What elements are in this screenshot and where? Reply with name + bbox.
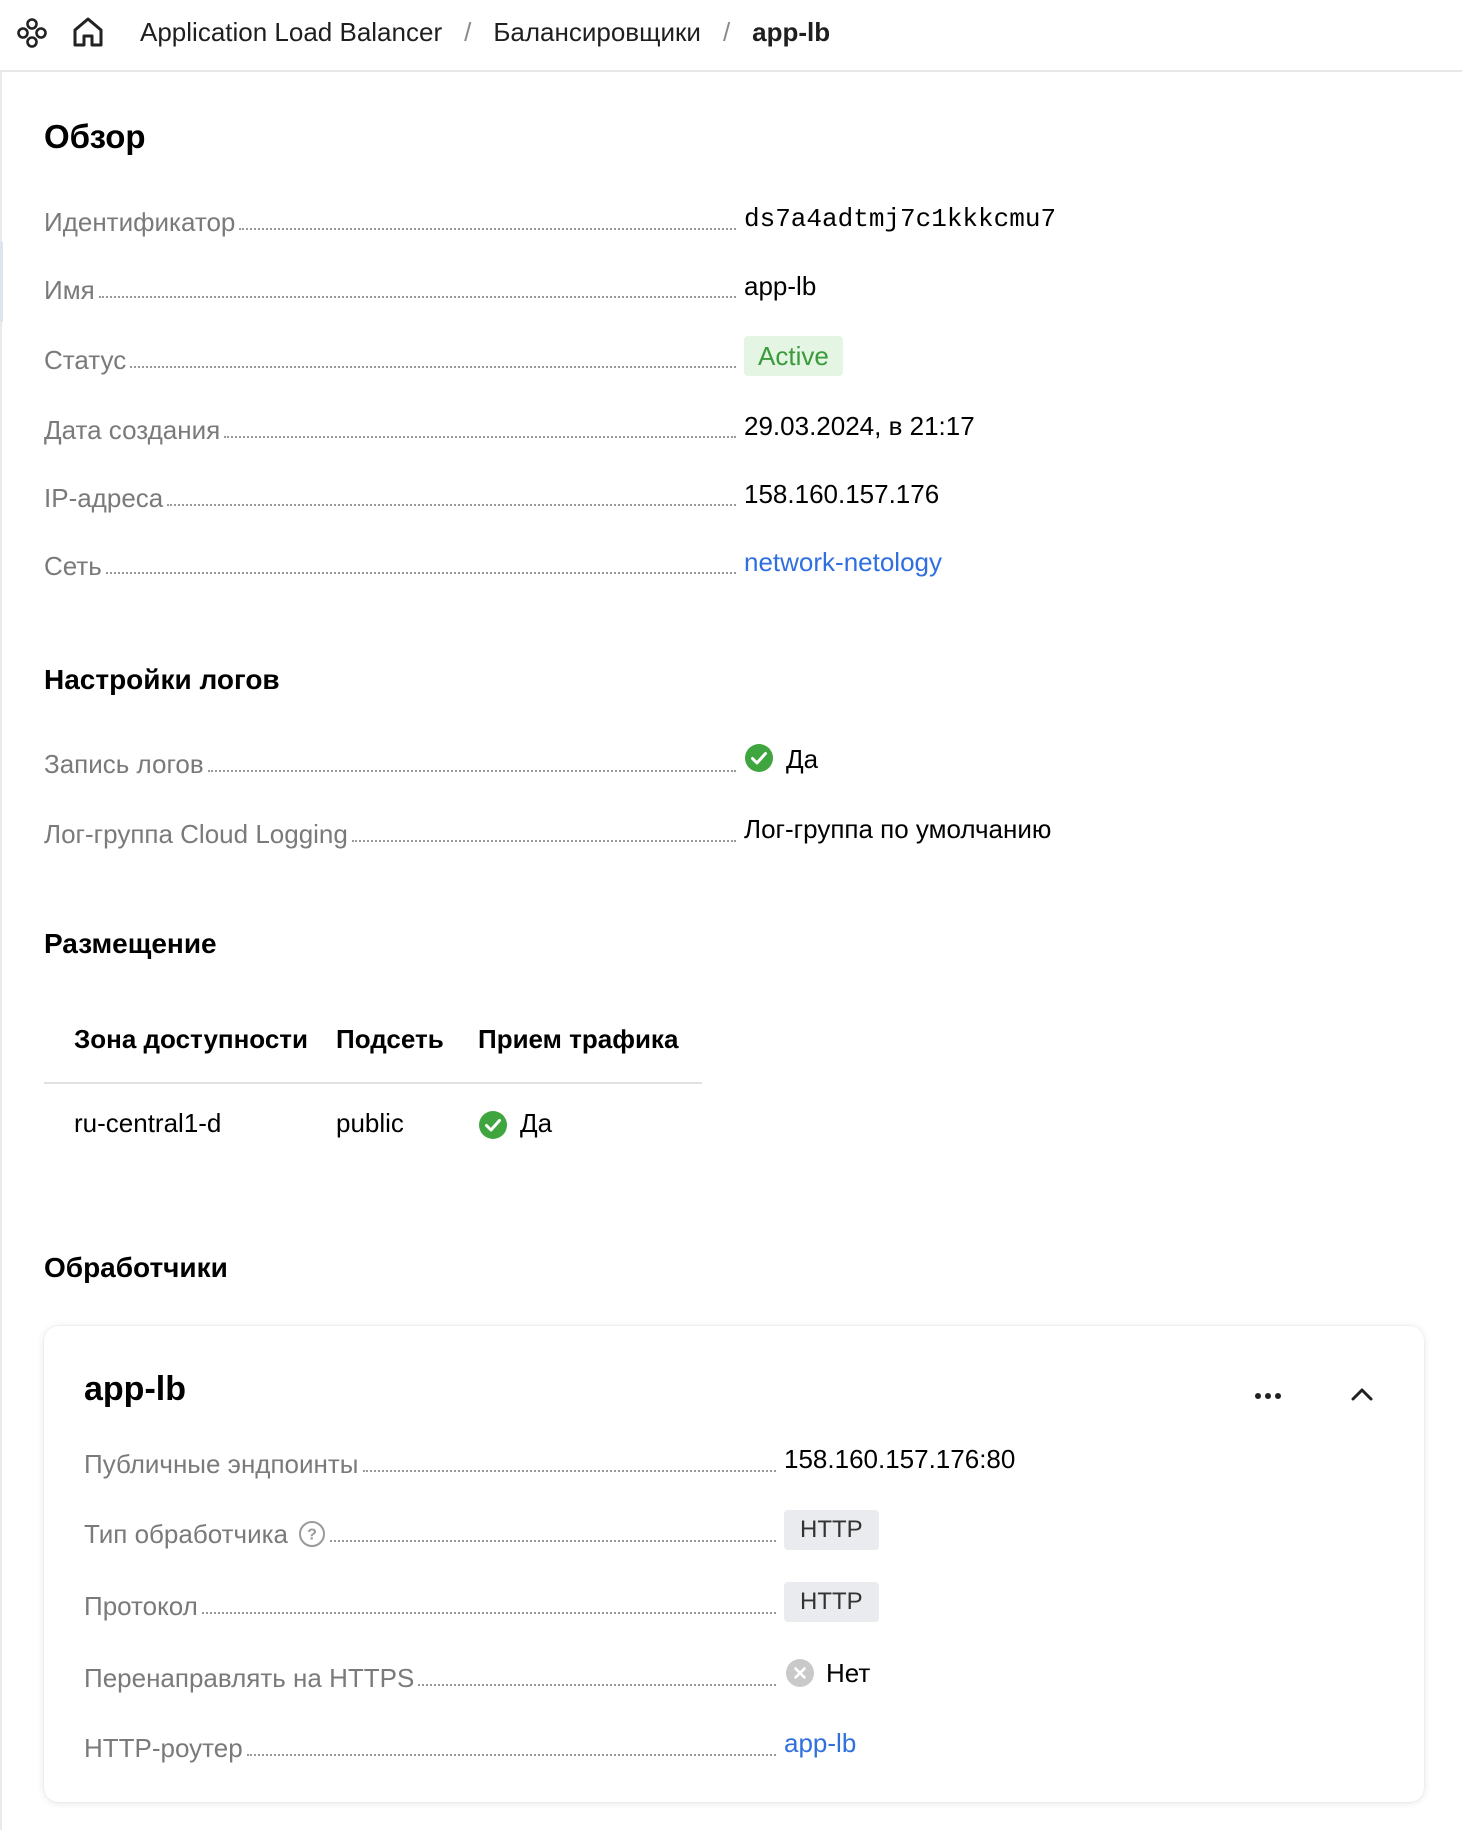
- column-header-traffic: Прием трафика: [478, 1024, 679, 1054]
- prop-label: Дата создания: [44, 415, 221, 445]
- placement-title: Размещение: [44, 928, 217, 959]
- left-edge-divider: [0, 72, 2, 1830]
- help-icon[interactable]: ?: [298, 1520, 326, 1548]
- dotted-leader: [130, 366, 736, 368]
- listener-name: app-lb: [84, 1370, 186, 1408]
- prop-label: Запись логов: [44, 749, 204, 779]
- dotted-leader: [362, 1470, 776, 1472]
- overview-row-ip: IP-адреса: [44, 474, 740, 514]
- ip-address-value: 158.160.157.176: [744, 479, 940, 509]
- table-divider: [44, 1082, 702, 1084]
- overview-title: Обзор: [44, 118, 146, 155]
- subnet-link[interactable]: public: [336, 1108, 404, 1139]
- resource-id-value: ds7a4adtmj7c1kkkcmu7: [744, 204, 1057, 234]
- breadcrumb-item-current: app-lb: [752, 16, 831, 47]
- check-circle-icon: [479, 1111, 507, 1139]
- breadcrumb-item-service[interactable]: Application Load Balancer: [140, 17, 442, 48]
- prop-label: Сеть: [44, 551, 102, 581]
- x-circle-icon: [786, 1659, 814, 1687]
- prop-label: Статус: [44, 345, 127, 375]
- prop-label: Публичные эндпоинты: [84, 1449, 359, 1479]
- dotted-leader: [98, 296, 736, 298]
- column-header-zone: Зона доступности: [74, 1024, 309, 1054]
- breadcrumb-item-balancers[interactable]: Балансировщики: [493, 17, 701, 48]
- listener-row-router: HTTP-роутер: [84, 1724, 780, 1764]
- dotted-leader: [167, 504, 736, 506]
- prop-label: Идентификатор: [44, 207, 236, 237]
- breadcrumb-separator: /: [722, 16, 731, 47]
- name-value: app-lb: [744, 271, 817, 301]
- listeners-title: Обработчики: [44, 1252, 228, 1283]
- overview-row-id: Идентификатор: [44, 198, 740, 238]
- prop-label: IP-адреса: [44, 483, 164, 513]
- chevron-up-icon[interactable]: [1344, 1376, 1380, 1412]
- prop-label: Имя: [44, 275, 95, 305]
- log-settings-title: Настройки логов: [44, 664, 280, 695]
- dotted-leader: [201, 1612, 776, 1614]
- dotted-leader: [224, 436, 736, 438]
- overview-row-created: Дата создания: [44, 406, 740, 446]
- prop-label-text: Тип обработчика: [84, 1519, 289, 1549]
- traffic-cell: Да: [520, 1108, 553, 1138]
- services-icon[interactable]: [15, 16, 49, 50]
- dotted-leader: [239, 228, 736, 230]
- svg-text:?: ?: [307, 1527, 317, 1544]
- log-group-value: Лог-группа по умолчанию: [744, 814, 1052, 844]
- dotted-leader: [105, 572, 736, 574]
- prop-label: HTTP-роутер: [84, 1733, 243, 1763]
- listener-row-type: Тип обработчика ?: [84, 1510, 780, 1550]
- listener-row-redirect: Перенаправлять на HTTPS: [84, 1654, 780, 1694]
- breadcrumb-separator: /: [464, 16, 472, 47]
- logs-row-enabled: Запись логов: [44, 740, 740, 780]
- listener-type-tag: HTTP: [784, 1510, 879, 1550]
- prop-label: Лог-группа Cloud Logging: [44, 819, 348, 849]
- breadcrumb: Application Load Balancer / Балансировщи…: [140, 0, 830, 64]
- overview-row-name: Имя: [44, 266, 740, 306]
- endpoint-value: 158.160.157.176:80: [784, 1444, 1016, 1474]
- prop-label: Перенаправлять на HTTPS: [84, 1663, 415, 1693]
- left-edge-accent: [0, 242, 3, 322]
- dotted-leader: [330, 1540, 776, 1542]
- overview-row-network: Сеть: [44, 542, 740, 582]
- column-header-subnet: Подсеть: [336, 1024, 444, 1054]
- home-icon[interactable]: [70, 14, 106, 50]
- listener-row-protocol: Протокол: [84, 1582, 780, 1622]
- http-router-link[interactable]: app-lb: [784, 1727, 856, 1759]
- overview-row-status: Статус: [44, 336, 740, 376]
- more-icon[interactable]: [1250, 1378, 1286, 1414]
- top-bar: Application Load Balancer / Балансировщи…: [0, 0, 1462, 72]
- protocol-tag: HTTP: [784, 1582, 879, 1622]
- dotted-leader: [418, 1684, 776, 1686]
- redirect-value: Нет: [826, 1658, 871, 1688]
- logs-row-group: Лог-группа Cloud Logging: [44, 810, 740, 850]
- check-circle-icon: [745, 744, 773, 772]
- listener-row-endpoints: Публичные эндпоинты: [84, 1440, 780, 1480]
- log-enabled-value: Да: [786, 744, 819, 774]
- status-badge: Active: [744, 336, 843, 376]
- zone-cell: ru-central1-d: [74, 1108, 222, 1138]
- dotted-leader: [246, 1754, 776, 1756]
- dotted-leader: [207, 770, 736, 772]
- prop-label: Протокол: [84, 1591, 198, 1621]
- network-link[interactable]: network-netology: [744, 546, 942, 578]
- created-date-value: 29.03.2024, в 21:17: [744, 411, 975, 441]
- prop-label: Тип обработчика ?: [84, 1518, 326, 1550]
- dotted-leader: [351, 840, 736, 842]
